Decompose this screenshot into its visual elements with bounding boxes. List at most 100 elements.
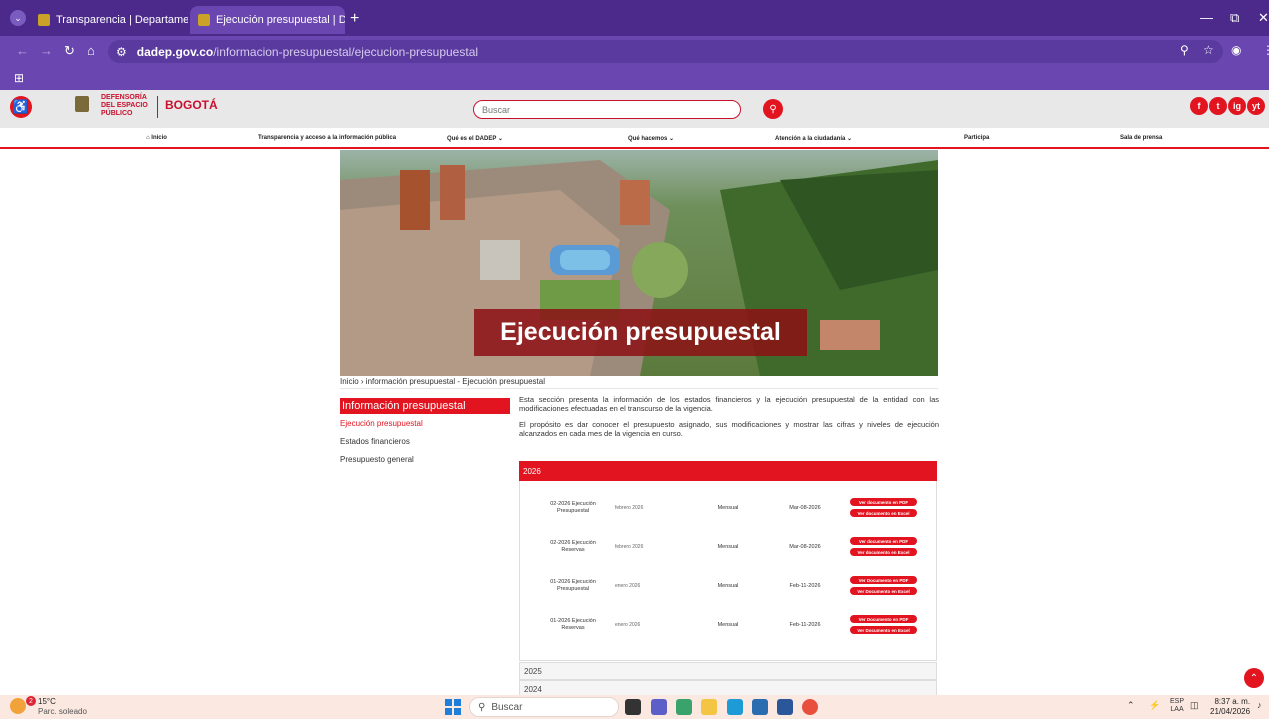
nav-que-es[interactable]: Qué es el DADEP ⌄	[447, 135, 503, 142]
doc-month: enero 2026	[615, 583, 641, 589]
weather-temp[interactable]: 15°C	[38, 697, 56, 706]
table-row: 01-2026 Ejecución Presupuestal enero 202…	[520, 573, 938, 607]
breadcrumb[interactable]: Inicio › información presupuestal - Ejec…	[340, 377, 545, 386]
pdf-button[interactable]: Ver documento en PDF	[850, 498, 917, 506]
weather-desc[interactable]: Parc. soleado	[38, 707, 87, 716]
nav-sala-prensa[interactable]: Sala de prensa	[1120, 135, 1162, 141]
pdf-button[interactable]: Ver Documento en PDF	[850, 615, 917, 623]
doc-month: febrero 2026	[615, 544, 644, 550]
doc-name: 01-2026 Ejecución Reservas	[550, 618, 596, 631]
weather-icon[interactable]	[10, 698, 26, 714]
site-info-icon[interactable]: ⚙	[116, 45, 127, 59]
reload-icon[interactable]: ↻	[64, 43, 75, 59]
url-path: /informacion-presupuestal/ejecucion-pres…	[213, 44, 479, 59]
instagram-icon[interactable]: ig	[1228, 97, 1246, 115]
doc-name: 01-2026 Ejecución Presupuestal	[550, 579, 596, 592]
teams-icon[interactable]	[651, 699, 667, 715]
nav-label: Atención a la ciudadanía	[775, 136, 846, 142]
bookmark-star-icon[interactable]: ☆	[1203, 43, 1214, 57]
profile-avatar[interactable]: ◉	[1231, 43, 1241, 57]
bookmarks-bar: ⊞	[0, 66, 1269, 90]
chevron-down-icon: ⌄	[496, 136, 503, 142]
site-header: ♿ DEFENSORÍA DEL ESPACIO PÚBLICO BOGOTÁ …	[0, 90, 1269, 128]
excel-button[interactable]: Ver Documento en Excel	[850, 626, 917, 634]
doc-date: Feb-11-2026	[789, 583, 821, 589]
notifications-icon[interactable]: ♪	[1257, 700, 1262, 710]
language-indicator[interactable]: ESP LAA	[1170, 698, 1184, 714]
system-clock[interactable]: 8:37 a. m. 21/04/2026	[1210, 697, 1250, 717]
site-search-input[interactable]	[473, 100, 741, 119]
tab-transparencia[interactable]: Transparencia | Departamento / ✕	[30, 6, 188, 34]
pdf-button[interactable]: Ver documento en PDF	[850, 537, 917, 545]
nav-que-hacemos[interactable]: Qué hacemos ⌄	[628, 135, 674, 142]
sidebar-item-presupuesto[interactable]: Presupuesto general	[340, 455, 414, 464]
search-icon: ⚲	[478, 701, 486, 713]
edge-icon[interactable]	[727, 699, 743, 715]
logo-dadep[interactable]: DEFENSORÍA DEL ESPACIO PÚBLICO	[101, 94, 151, 118]
bogota-seal-icon	[75, 96, 89, 112]
youtube-icon[interactable]: yt	[1247, 97, 1265, 115]
zoom-icon[interactable]: ⚲	[1180, 43, 1189, 57]
sidebar-item-estados[interactable]: Estados financieros	[340, 437, 410, 446]
store-icon[interactable]	[752, 699, 768, 715]
window-close-icon[interactable]: ✕	[1258, 10, 1269, 26]
excel-button[interactable]: Ver Documento en Excel	[850, 587, 917, 595]
home-icon[interactable]: ⌂	[87, 43, 95, 58]
browser-toolbar: ← → ↻ ⌂ ⚙ dadep.gov.co/informacion-presu…	[0, 36, 1269, 66]
forward-icon[interactable]: →	[40, 43, 53, 58]
accessibility-icon[interactable]: ♿	[10, 96, 32, 118]
accordion-header-2025[interactable]: 2025	[519, 662, 937, 680]
nav-participa[interactable]: Participa	[964, 135, 989, 141]
chevron-up-icon[interactable]: ⌃	[1127, 700, 1135, 711]
excel-button[interactable]: Ver documento en Excel	[850, 509, 917, 517]
accordion-header-2026[interactable]: 2026	[519, 461, 937, 481]
restore-icon[interactable]: ⧉	[1230, 10, 1239, 26]
task-view-icon[interactable]	[625, 699, 641, 715]
nav-inicio[interactable]: ⌂ Inicio	[146, 135, 167, 141]
network-icon[interactable]: ⚡	[1149, 700, 1160, 711]
kebab-menu-icon[interactable]: ⋮	[1262, 43, 1269, 57]
address-bar[interactable]: ⚙ dadep.gov.co/informacion-presupuestal/…	[108, 40, 1223, 63]
windows-start-icon[interactable]	[445, 699, 461, 715]
nav-transparencia[interactable]: Transparencia y acceso a la información …	[258, 135, 396, 141]
favicon-icon	[198, 14, 210, 26]
widgets-icon[interactable]	[676, 699, 692, 715]
doc-name: 02-2026 Ejecución Reservas	[550, 540, 596, 553]
scroll-to-top-button[interactable]: ⌃	[1244, 668, 1264, 688]
accordion-body-2026: 02-2026 Ejecución Presupuestal febrero 2…	[519, 481, 937, 661]
excel-button[interactable]: Ver documento en Excel	[850, 548, 917, 556]
back-icon[interactable]: ←	[16, 43, 29, 58]
doc-frequency: Mensual	[717, 583, 739, 589]
speaker-icon[interactable]: ◫	[1190, 700, 1199, 711]
tab-search-button[interactable]: ⌄	[10, 10, 26, 26]
apps-grid-icon[interactable]: ⊞	[14, 71, 24, 85]
sidebar-heading: Información presupuestal	[340, 398, 510, 414]
facebook-icon[interactable]: f	[1190, 97, 1208, 115]
logo-bogota[interactable]: BOGOTÁ	[165, 98, 218, 112]
lang-secondary: LAA	[1170, 706, 1184, 713]
pdf-button[interactable]: Ver Documento en PDF	[850, 576, 917, 584]
lang-primary: ESP	[1170, 698, 1185, 705]
main-nav: ⌂ Inicio Transparencia y acceso a la inf…	[0, 128, 1269, 149]
minimize-icon[interactable]: —	[1200, 10, 1213, 25]
doc-frequency: Mensual	[717, 622, 739, 628]
taskbar-search[interactable]: ⚲ Buscar	[469, 697, 619, 717]
tab-title: Ejecución presupuestal | Depar	[216, 14, 345, 26]
notification-badge: 2	[26, 696, 36, 706]
doc-date: Feb-11-2026	[789, 622, 821, 628]
favicon-icon	[38, 14, 50, 26]
clock-time: 8:37 a. m.	[1214, 697, 1251, 706]
nav-atencion[interactable]: Atención a la ciudadanía ⌄	[775, 135, 852, 142]
table-row: 02-2026 Ejecución Presupuestal febrero 2…	[520, 495, 938, 529]
file-explorer-icon[interactable]	[701, 699, 717, 715]
url-host: dadep.gov.co	[136, 44, 214, 59]
new-tab-icon[interactable]: +	[350, 10, 359, 28]
clock-date: 21/04/2026	[1210, 707, 1251, 716]
chrome-icon[interactable]	[802, 699, 818, 715]
doc-month: febrero 2026	[615, 505, 644, 511]
word-icon[interactable]	[777, 699, 793, 715]
search-icon[interactable]: ⚲	[763, 99, 783, 119]
twitter-icon[interactable]: t	[1209, 97, 1227, 115]
tab-ejecucion[interactable]: Ejecución presupuestal | Depar ✕	[190, 6, 345, 34]
sidebar-item-ejecucion[interactable]: Ejecución presupuestal	[340, 419, 423, 428]
